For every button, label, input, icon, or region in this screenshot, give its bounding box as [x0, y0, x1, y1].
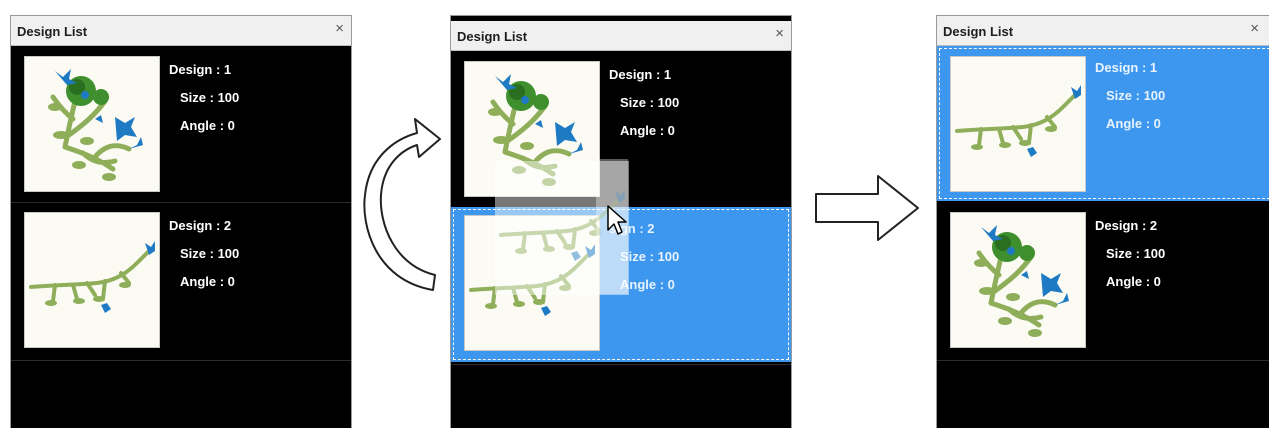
row-divider [937, 360, 1269, 361]
floral-bouquet-icon [24, 56, 160, 192]
design-number: Design : 1 [1095, 60, 1158, 75]
design-list-panel-dragging: Design List × Design : 1 Size : 100 Angl… [450, 15, 792, 428]
design-info: Design : 2 Size : 100 Angle : 0 [169, 212, 239, 296]
right-arrow-icon [815, 175, 919, 241]
row-divider [11, 202, 351, 203]
design-info: Design : 1 Size : 100 Angle : 0 [609, 61, 679, 145]
design-size: Size : 100 [1106, 88, 1166, 103]
close-icon[interactable]: × [775, 26, 784, 42]
panel-titlebar: Design List × [937, 16, 1269, 46]
panel-titlebar: Design List × [11, 16, 351, 46]
row-divider [11, 360, 351, 361]
design-number: Design : 2 [1095, 218, 1158, 233]
curved-swap-arrow-icon [363, 118, 441, 291]
floral-vine-icon [24, 212, 160, 348]
design-list-item[interactable]: Design : 2 Size : 100 Angle : 0 [11, 204, 351, 359]
floral-bouquet-icon [950, 212, 1086, 348]
design-angle: Angle : 0 [1106, 274, 1161, 289]
row-divider [451, 364, 791, 365]
design-list-item-selected[interactable]: Design : 1 Size : 100 Angle : 0 [937, 46, 1269, 201]
design-list-item[interactable]: Design : 1 Size : 100 Angle : 0 [11, 48, 351, 203]
design-size: Size : 100 [180, 90, 240, 105]
close-icon[interactable]: × [1250, 21, 1259, 37]
design-list-item[interactable]: Design : 2 Size : 100 Angle : 0 [937, 204, 1269, 359]
pointer-cursor-icon [607, 205, 627, 235]
design-list-panel-before: Design List × Design : 1 Size : 100 Angl… [10, 15, 352, 428]
design-angle: Angle : 0 [180, 274, 235, 289]
close-icon[interactable]: × [335, 21, 344, 37]
panel-title: Design List [943, 24, 1014, 39]
panel-title: Design List [457, 29, 528, 44]
design-list-panel-after: Design List × Design : 1 Size : 100 Angl… [936, 15, 1269, 428]
panel-title: Design List [17, 24, 88, 39]
design-angle: Angle : 0 [620, 123, 675, 138]
design-number: Design : 1 [609, 67, 672, 82]
design-angle: Angle : 0 [180, 118, 235, 133]
design-number: Design : 2 [169, 218, 232, 233]
design-number: Design : 1 [169, 62, 232, 77]
design-info: Design : 2 Size : 100 Angle : 0 [1095, 212, 1165, 296]
design-size: Size : 100 [620, 95, 680, 110]
design-info: Design : 1 Size : 100 Angle : 0 [1095, 54, 1165, 138]
design-size: Size : 100 [180, 246, 240, 261]
design-angle: Angle : 0 [1106, 116, 1161, 131]
design-info: Design : 1 Size : 100 Angle : 0 [169, 56, 239, 140]
floral-vine-icon [950, 56, 1086, 192]
design-size: Size : 100 [1106, 246, 1166, 261]
panel-titlebar: Design List × [451, 21, 791, 51]
